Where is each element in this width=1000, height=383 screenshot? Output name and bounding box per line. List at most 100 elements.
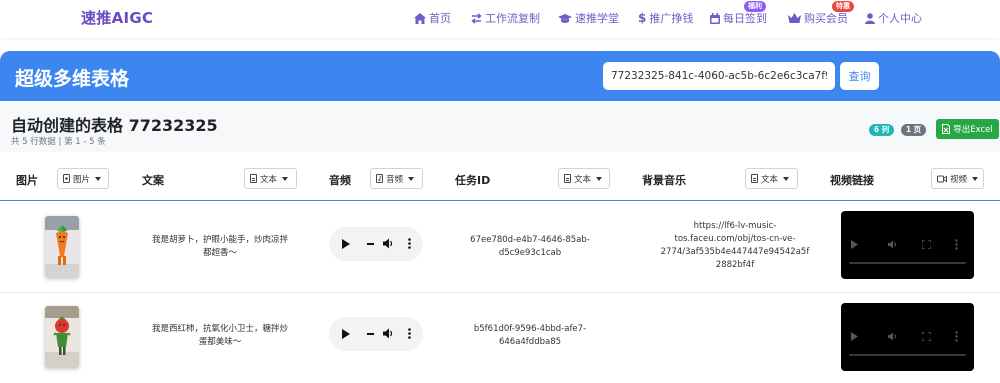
copy-line: 都超香～: [202, 248, 237, 258]
video-player[interactable]: [841, 303, 974, 371]
play-icon[interactable]: [851, 332, 858, 341]
video-progress-bar[interactable]: [849, 262, 966, 264]
chevron-down-icon: [282, 176, 289, 181]
home-icon: [414, 12, 426, 24]
sale-badge: 特惠: [832, 1, 854, 12]
column-header-image: 图片: [16, 174, 38, 187]
column-type-copy-label: 文本: [260, 174, 278, 185]
page-title: 超级多维表格: [15, 68, 130, 90]
calendar-icon: [710, 12, 720, 24]
column-type-select-bgm[interactable]: 文本: [745, 168, 798, 189]
table-title: 自动创建的表格 77232325: [11, 116, 218, 135]
more-options-icon[interactable]: [408, 238, 411, 249]
table-header: 图片 图片 文案 文本 音频 音频 任务ID 文本 背景音乐 文本 视频链接 视…: [0, 152, 1000, 201]
task-id-line: 646a4fddba85: [498, 337, 562, 347]
brand-logo[interactable]: 速推AIGC: [81, 7, 153, 28]
progress-bar[interactable]: [367, 243, 374, 245]
query-button[interactable]: 查询: [840, 62, 879, 90]
nav-personal-center[interactable]: 个人中心: [865, 10, 922, 26]
volume-icon[interactable]: [888, 240, 899, 249]
table-pagination-summary: 共 5 行数据 | 第 1 - 5 条: [11, 137, 106, 147]
table-row: 我是西红柿，抗氧化小卫士，糖拌炒 蛋都美味～ b5f61d0f-9596-4bb…: [0, 293, 1000, 383]
chevron-down-icon: [596, 176, 603, 181]
carrot-character-image[interactable]: [45, 216, 79, 278]
chevron-down-icon: [783, 176, 790, 181]
crown-icon: [788, 13, 801, 23]
volume-icon[interactable]: [888, 332, 899, 341]
play-icon[interactable]: [342, 329, 350, 339]
column-type-select-image[interactable]: 图片: [57, 168, 109, 189]
swap-icon: [471, 12, 482, 24]
column-type-video-label: 视频: [950, 174, 968, 185]
graduation-cap-icon: [558, 13, 572, 23]
export-excel-label: 导出Excel: [953, 125, 993, 135]
bgm-url-line: 2774/3af535b4e447447e94542a5f: [660, 247, 810, 257]
tomato-character-image[interactable]: [45, 306, 79, 368]
column-type-select-task-id[interactable]: 文本: [558, 168, 610, 189]
copy-line: 蛋都美味～: [198, 337, 242, 347]
progress-bar[interactable]: [367, 333, 374, 335]
hero-header: 超级多维表格 查询: [0, 51, 1000, 101]
text-file-icon: [250, 174, 257, 183]
column-type-select-copy[interactable]: 文本: [244, 168, 297, 189]
column-type-task-id-label: 文本: [574, 174, 592, 185]
nav-daily-checkin[interactable]: 每日签到 福利: [710, 1, 767, 26]
chevron-down-icon: [408, 176, 415, 181]
column-count-badge: 6 列: [869, 124, 894, 136]
volume-icon[interactable]: [383, 238, 394, 249]
task-id-line: 67ee780d-e4b7-4646-85ab-: [470, 235, 590, 245]
table-row: 我是胡萝卜，护眼小能手，炒肉凉拌 都超香～ 67ee780d-e4b7-4646…: [0, 201, 1000, 293]
tomato-character-picture: [45, 306, 79, 368]
play-icon[interactable]: [342, 239, 350, 249]
task-id-line: b5f61d0f-9596-4bbd-afe7-: [473, 324, 587, 334]
audio-player[interactable]: [329, 227, 423, 261]
task-id-line: d5c9e93c1cab: [498, 248, 562, 258]
audio-player[interactable]: [329, 317, 423, 351]
column-type-select-video[interactable]: 视频: [931, 168, 984, 189]
nav-personal-center-label: 个人中心: [878, 12, 922, 25]
nav-promote[interactable]: $ 推广挣钱: [638, 10, 693, 26]
volume-icon[interactable]: [383, 328, 394, 339]
bgm-url-cell: https://lf6-lv-music- tos.faceu.com/obj/…: [640, 220, 830, 272]
nav-buy-membership-label: 购买会员: [804, 12, 848, 25]
nav-academy-label: 速推学堂: [575, 12, 619, 25]
file-excel-icon: [942, 124, 951, 134]
nav-workflow-copy-label: 工作流复制: [485, 12, 540, 25]
image-file-icon: [63, 174, 70, 183]
nav-promote-label: 推广挣钱: [649, 12, 694, 25]
more-options-icon[interactable]: [408, 328, 411, 339]
dollar-icon: $: [638, 11, 647, 25]
more-options-icon[interactable]: [955, 331, 958, 342]
nav-home-label: 首页: [429, 12, 451, 25]
user-icon: [865, 12, 875, 24]
nav-buy-membership[interactable]: 购买会员 特惠: [788, 1, 854, 26]
page-count-badge: 1 页: [901, 124, 926, 136]
carrot-character-picture: [45, 216, 79, 278]
task-id-cell: b5f61d0f-9596-4bbd-afe7- 646a4fddba85: [455, 323, 605, 349]
text-file-icon: [564, 174, 571, 183]
more-options-icon[interactable]: [955, 239, 958, 250]
column-type-audio-label: 音频: [386, 174, 404, 185]
nav-workflow-copy[interactable]: 工作流复制: [471, 10, 540, 26]
export-excel-button[interactable]: 导出Excel: [936, 119, 999, 139]
fullscreen-icon[interactable]: [922, 240, 931, 249]
table-id-search-input[interactable]: [603, 62, 835, 90]
column-header-copy: 文案: [142, 174, 164, 187]
welfare-badge: 福利: [744, 1, 766, 12]
chevron-down-icon: [972, 176, 978, 181]
video-player[interactable]: [841, 211, 974, 279]
top-navbar: 速推AIGC 首页 工作流复制 速推学堂 $ 推广挣钱 每日签到 福利 购买会员…: [0, 0, 1000, 38]
copy-cell: 我是西红柿，抗氧化小卫士，糖拌炒 蛋都美味～: [135, 323, 305, 349]
fullscreen-icon[interactable]: [922, 332, 931, 341]
video-icon: [937, 175, 947, 182]
table-info-bar: 自动创建的表格 77232325 共 5 行数据 | 第 1 - 5 条 6 列…: [0, 101, 1000, 152]
nav-home[interactable]: 首页: [414, 10, 451, 26]
nav-academy[interactable]: 速推学堂: [558, 10, 619, 26]
video-progress-bar[interactable]: [849, 354, 966, 356]
play-icon[interactable]: [851, 240, 858, 249]
task-id-cell: 67ee780d-e4b7-4646-85ab- d5c9e93c1cab: [455, 234, 605, 260]
copy-line: 我是西红柿，抗氧化小卫士，糖拌炒: [151, 324, 288, 334]
bgm-url-line: https://lf6-lv-music-: [693, 221, 777, 231]
column-header-audio: 音频: [329, 174, 351, 187]
column-type-select-audio[interactable]: 音频: [370, 168, 423, 189]
